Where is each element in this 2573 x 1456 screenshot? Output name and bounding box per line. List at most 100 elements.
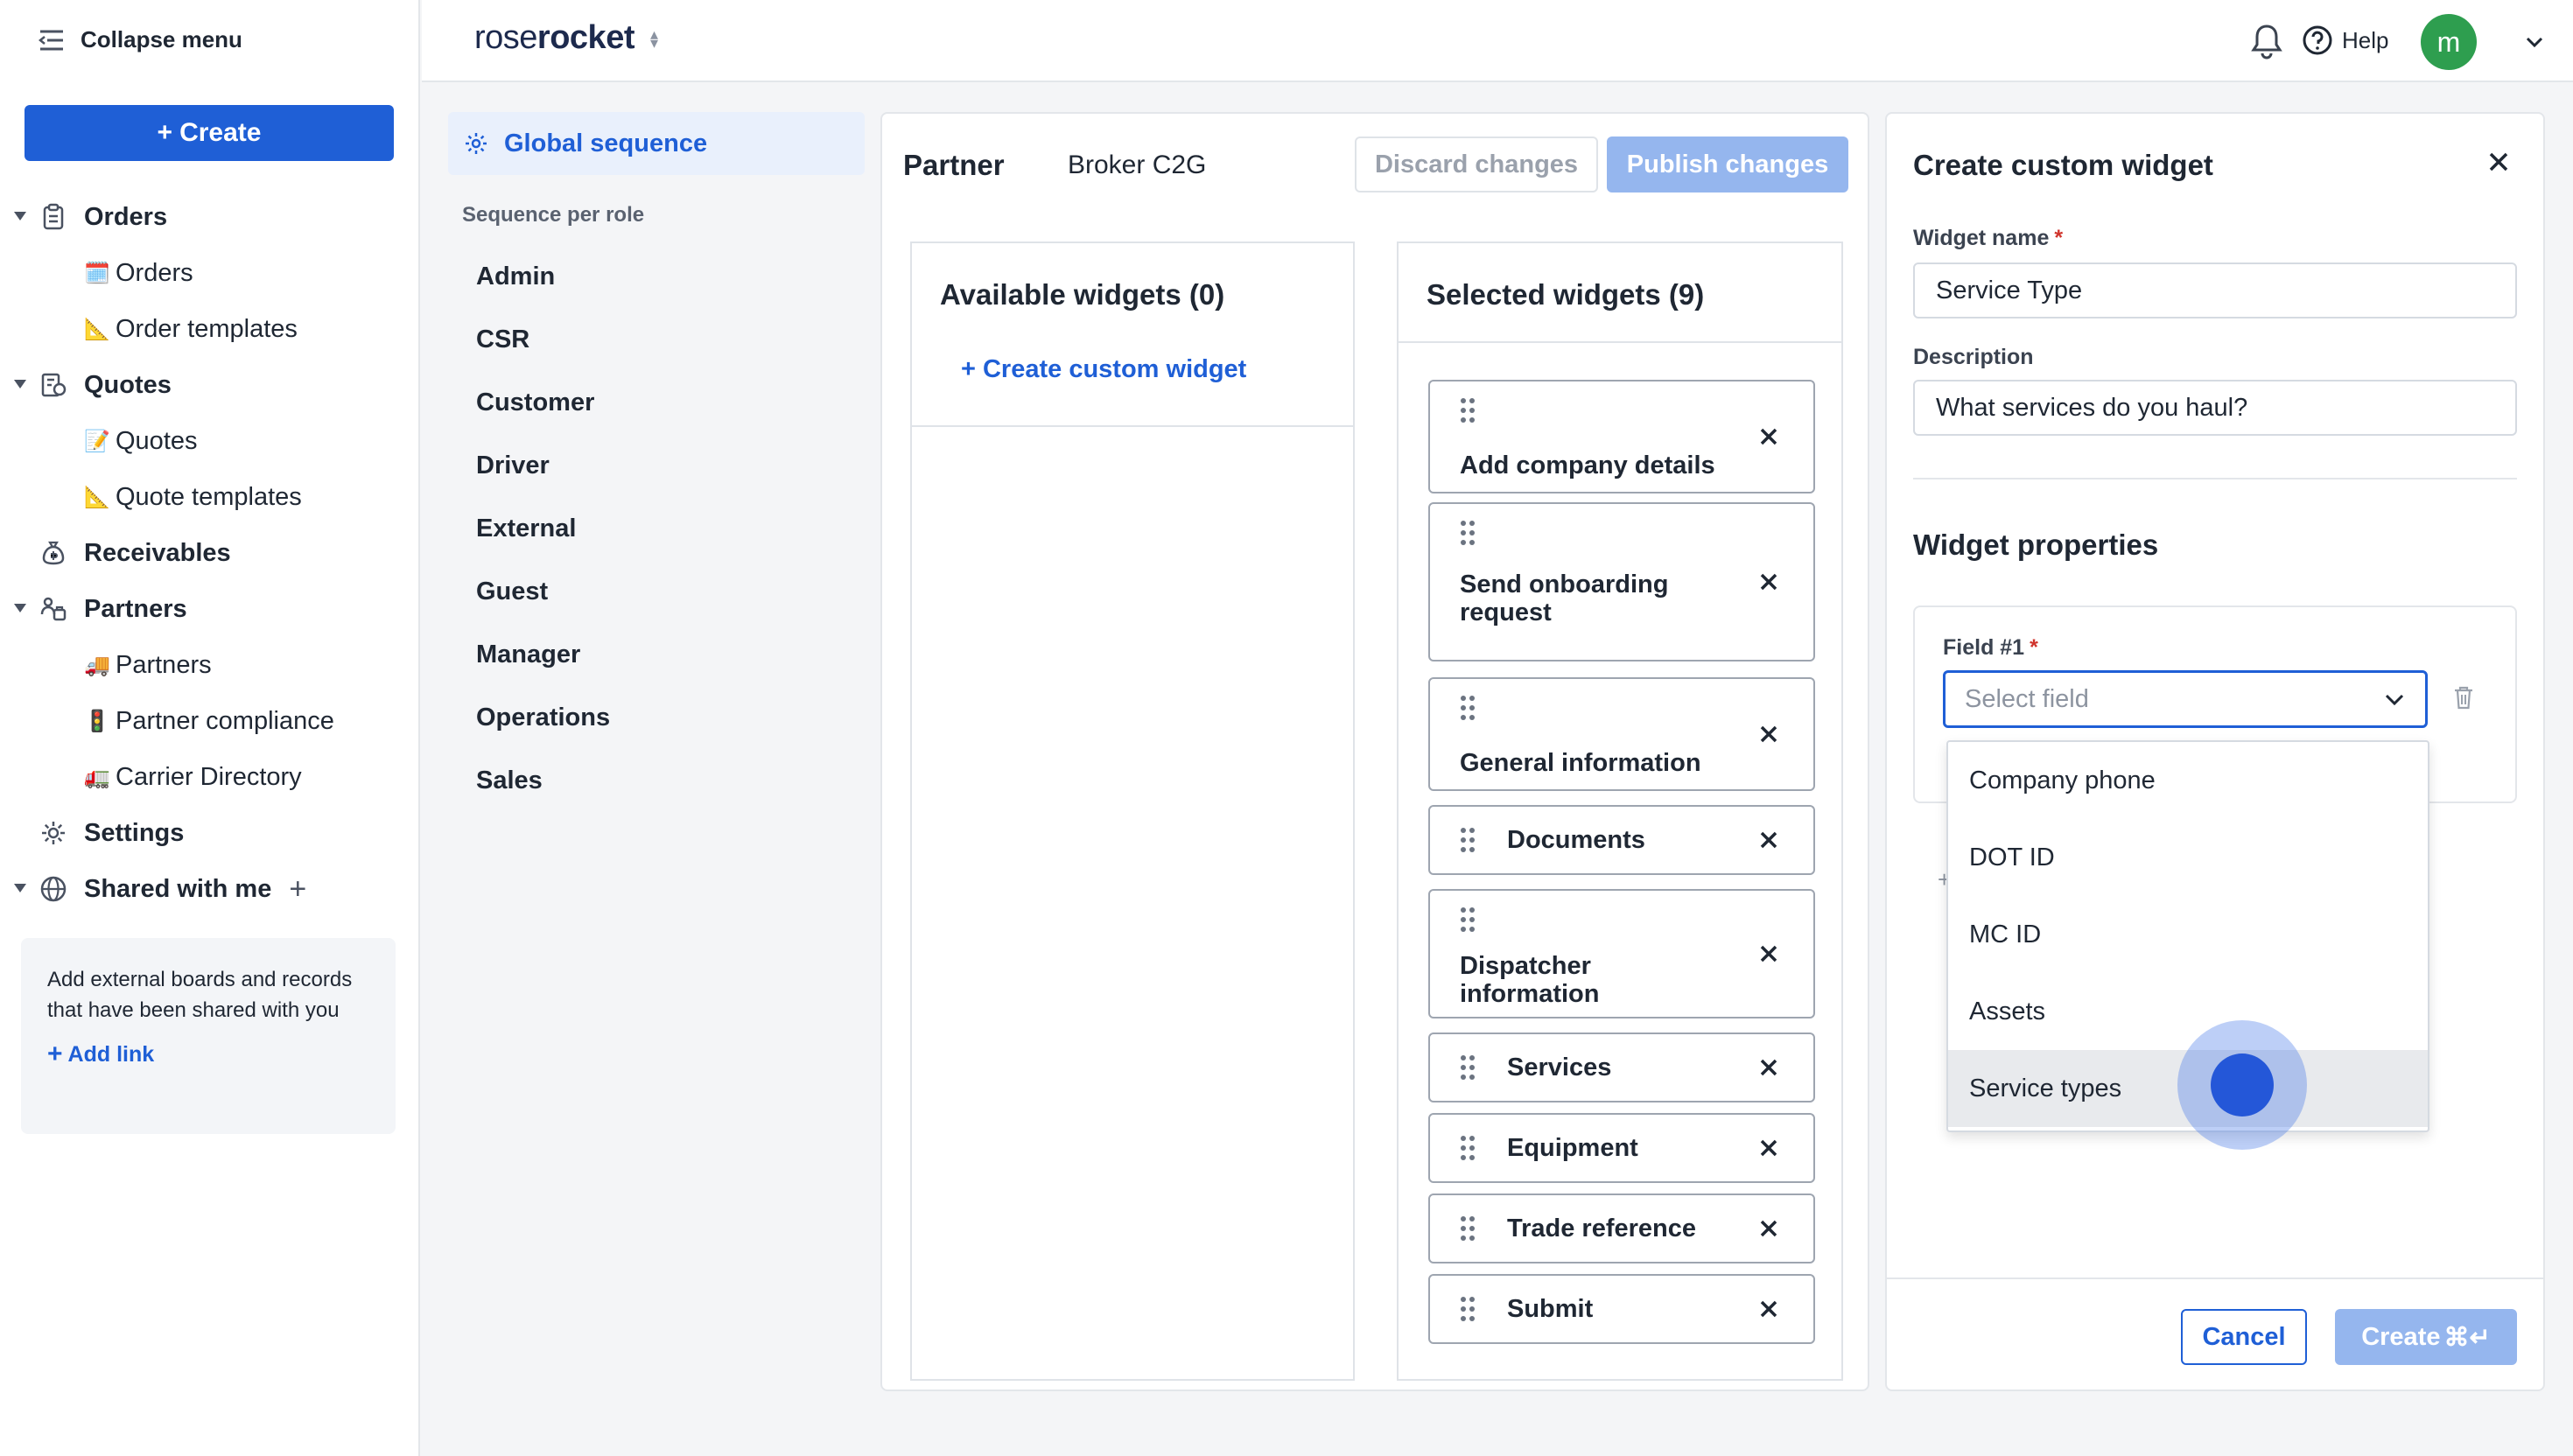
widget-label: Send onboarding request bbox=[1460, 570, 1669, 626]
role-item-customer[interactable]: Customer bbox=[476, 371, 610, 434]
nav-emoji-icon: 📐 bbox=[84, 485, 110, 509]
help-button[interactable]: Help bbox=[2302, 24, 2388, 56]
dropdown-option[interactable]: Assets bbox=[1948, 973, 2428, 1050]
remove-widget-icon[interactable] bbox=[1759, 572, 1778, 592]
selected-widget-card[interactable]: Services bbox=[1428, 1032, 1815, 1102]
available-widgets-title: Available widgets (0) bbox=[940, 278, 1225, 311]
roserocket-logo[interactable]: roserocket ▴ ▾ bbox=[474, 19, 658, 57]
remove-widget-icon[interactable] bbox=[1759, 944, 1778, 963]
nav-item-receivables[interactable]: Receivables bbox=[0, 525, 420, 581]
remove-widget-icon[interactable] bbox=[1759, 1058, 1778, 1077]
top-header: roserocket ▴ ▾ Help m bbox=[422, 0, 2573, 82]
remove-widget-icon[interactable] bbox=[1759, 427, 1778, 446]
drag-handle-icon[interactable] bbox=[1460, 1296, 1476, 1322]
drag-handle-icon[interactable] bbox=[1460, 397, 1476, 424]
dropdown-option[interactable]: Company phone bbox=[1948, 742, 2428, 819]
nav-item-quotes[interactable]: 📝 Quotes bbox=[0, 413, 420, 469]
add-shared-plus-icon[interactable]: + bbox=[289, 872, 306, 906]
nav-item-orders[interactable]: 🗓️ Orders bbox=[0, 245, 420, 301]
dropdown-option[interactable]: DOT ID bbox=[1948, 819, 2428, 896]
drag-handle-icon[interactable] bbox=[1460, 906, 1476, 933]
create-custom-widget-link[interactable]: + Create custom widget bbox=[961, 355, 1246, 384]
role-item-manager[interactable]: Manager bbox=[476, 623, 610, 686]
drag-handle-icon[interactable] bbox=[1460, 1215, 1476, 1242]
nav-item-order-templates[interactable]: 📐 Order templates bbox=[0, 301, 420, 357]
role-item-external[interactable]: External bbox=[476, 497, 610, 560]
description-input[interactable]: What services do you haul? bbox=[1913, 380, 2517, 436]
nav-emoji-icon: 🗓️ bbox=[84, 261, 110, 285]
caret-down-icon[interactable] bbox=[14, 604, 26, 612]
chevron-down-icon[interactable] bbox=[2522, 30, 2547, 54]
widget-name-input[interactable]: Service Type bbox=[1913, 262, 2517, 318]
remove-widget-icon[interactable] bbox=[1759, 1138, 1778, 1158]
nav-emoji-icon: 🚚 bbox=[84, 653, 110, 677]
field-select[interactable]: Select field bbox=[1943, 670, 2428, 728]
caret-down-icon[interactable] bbox=[14, 884, 26, 892]
close-icon[interactable] bbox=[2487, 150, 2510, 173]
nav-item-quote-templates[interactable]: 📐 Quote templates bbox=[0, 469, 420, 525]
widget-label: Documents bbox=[1507, 826, 1645, 854]
role-item-guest[interactable]: Guest bbox=[476, 560, 610, 623]
widget-name-label: Widget name * bbox=[1913, 226, 2064, 250]
remove-widget-icon[interactable] bbox=[1759, 724, 1778, 744]
widget-label: Equipment bbox=[1507, 1134, 1638, 1162]
shared-links-box: Add external boards and records that hav… bbox=[21, 938, 396, 1134]
caret-down-icon[interactable] bbox=[14, 380, 26, 388]
nav-item-label: Shared with me bbox=[84, 874, 272, 903]
money-bag-icon bbox=[39, 538, 68, 568]
role-item-admin[interactable]: Admin bbox=[476, 245, 610, 308]
selected-widget-card[interactable]: Documents bbox=[1428, 805, 1815, 875]
selected-widget-card[interactable]: Submit bbox=[1428, 1274, 1815, 1344]
nav-item-orders[interactable]: Orders bbox=[0, 189, 420, 245]
selected-widget-card[interactable]: Equipment bbox=[1428, 1113, 1815, 1183]
cancel-button[interactable]: Cancel bbox=[2181, 1309, 2307, 1365]
plus-icon: + bbox=[47, 1040, 63, 1068]
nav-item-partners[interactable]: 🚚 Partners bbox=[0, 637, 420, 693]
role-item-driver[interactable]: Driver bbox=[476, 434, 610, 497]
drag-handle-icon[interactable] bbox=[1460, 520, 1476, 546]
role-list: Admin CSR Customer Driver External Guest Manag… bbox=[476, 245, 610, 812]
widget-label: General information bbox=[1460, 749, 1701, 777]
caret-down-icon[interactable] bbox=[14, 212, 26, 220]
drag-handle-icon[interactable] bbox=[1460, 695, 1476, 721]
create-button[interactable]: + Create bbox=[25, 105, 394, 161]
user-avatar[interactable]: m bbox=[2421, 14, 2477, 70]
nav-item-carrier-directory[interactable]: 🚛 Carrier Directory bbox=[0, 749, 420, 805]
dropdown-option[interactable]: MC ID bbox=[1948, 896, 2428, 973]
nav-item-quotes[interactable]: Quotes bbox=[0, 357, 420, 413]
collapse-menu-button[interactable]: Collapse menu bbox=[39, 26, 242, 53]
nav-emoji-icon: 🚛 bbox=[84, 765, 110, 789]
remove-widget-icon[interactable] bbox=[1759, 830, 1778, 850]
create-button-label: Create bbox=[179, 118, 262, 147]
nav-item-shared-with-me[interactable]: Shared with me + bbox=[0, 861, 420, 917]
remove-widget-icon[interactable] bbox=[1759, 1219, 1778, 1238]
nav-item-partners[interactable]: Partners bbox=[0, 581, 420, 637]
remove-widget-icon[interactable] bbox=[1759, 1299, 1778, 1319]
nav-item-partner-compliance[interactable]: 🚦 Partner compliance bbox=[0, 693, 420, 749]
selected-widget-card[interactable]: Add company details bbox=[1428, 380, 1815, 494]
gear-icon bbox=[39, 818, 68, 848]
create-widget-button[interactable]: Create ⌘↵ bbox=[2335, 1309, 2517, 1365]
drag-handle-icon[interactable] bbox=[1460, 1135, 1476, 1161]
role-item-sales[interactable]: Sales bbox=[476, 749, 610, 812]
role-item-operations[interactable]: Operations bbox=[476, 686, 610, 749]
add-link-button[interactable]: + Add link bbox=[47, 1040, 369, 1069]
divider bbox=[1913, 478, 2517, 480]
drag-handle-icon[interactable] bbox=[1460, 1054, 1476, 1081]
trash-icon[interactable] bbox=[2452, 684, 2475, 710]
role-item-csr[interactable]: CSR bbox=[476, 308, 610, 371]
drag-handle-icon[interactable] bbox=[1460, 827, 1476, 853]
widget-label: Dispatcher information bbox=[1460, 952, 1600, 1008]
nav-item-settings[interactable]: Settings bbox=[0, 805, 420, 861]
notifications-bell-icon[interactable] bbox=[2249, 23, 2284, 60]
global-sequence-item[interactable]: Global sequence bbox=[448, 112, 865, 175]
nav-item-label: Order templates bbox=[116, 314, 298, 343]
selected-widget-card[interactable]: Trade reference bbox=[1428, 1194, 1815, 1264]
selected-widget-card[interactable]: Send onboarding request bbox=[1428, 502, 1815, 662]
selected-widget-card[interactable]: Dispatcher information bbox=[1428, 889, 1815, 1018]
discard-changes-button[interactable]: Discard changes bbox=[1355, 136, 1598, 192]
sequence-editor: Partner Broker C2G Discard changes Publi… bbox=[880, 112, 1869, 1391]
selected-widget-card[interactable]: General information bbox=[1428, 677, 1815, 791]
widget-properties-title: Widget properties bbox=[1913, 528, 2159, 561]
publish-changes-button[interactable]: Publish changes bbox=[1607, 136, 1848, 192]
